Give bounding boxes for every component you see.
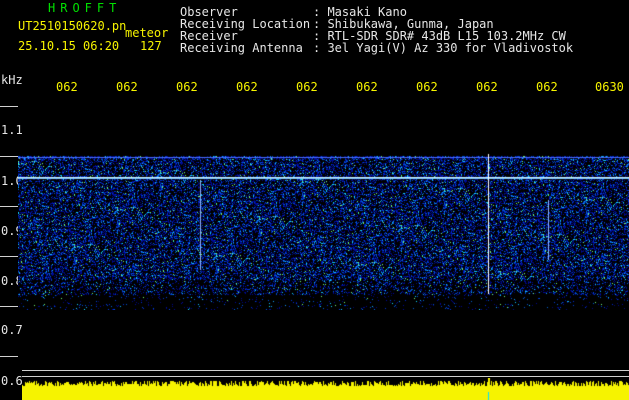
- reference-line: [22, 370, 629, 371]
- axis-unit: kHz: [1, 73, 23, 87]
- file-name: UT2510150620.pn: [18, 19, 127, 33]
- time-tick: 062: [56, 80, 78, 94]
- time-tick: 062: [116, 80, 138, 94]
- freq-tick-mark: [0, 206, 18, 207]
- freq-tick-mark: [0, 356, 18, 357]
- freq-tick: 0.7: [1, 323, 23, 337]
- freq-tick: 1.1: [1, 123, 23, 137]
- date-time: 25.10.15 06:20: [18, 39, 120, 53]
- time-tick: 062: [176, 80, 198, 94]
- spectrogram: [18, 150, 629, 310]
- time-tick: 062: [296, 80, 318, 94]
- reference-line: [22, 376, 629, 377]
- freq-tick-mark: [0, 256, 18, 257]
- station-name: HROFFT: [48, 1, 122, 15]
- time-tick: 062: [416, 80, 438, 94]
- signal-waveform: [22, 378, 629, 400]
- freq-tick-mark: [0, 306, 18, 307]
- freq-tick-mark: [0, 156, 18, 157]
- antenna-value: : 3el Yagi(V) Az 330 for Vladivostok: [313, 41, 574, 55]
- time-tick: 062: [476, 80, 498, 94]
- time-tick: 0630: [595, 80, 624, 94]
- time-tick: 062: [356, 80, 378, 94]
- freq-tick: 0.6: [1, 374, 23, 388]
- freq-tick-mark: [0, 106, 18, 107]
- antenna-label: Receiving Antenna: [180, 41, 303, 55]
- mode-label: meteor: [125, 26, 169, 40]
- time-tick: 062: [236, 80, 258, 94]
- event-count: 127: [140, 39, 162, 53]
- time-tick: 062: [536, 80, 558, 94]
